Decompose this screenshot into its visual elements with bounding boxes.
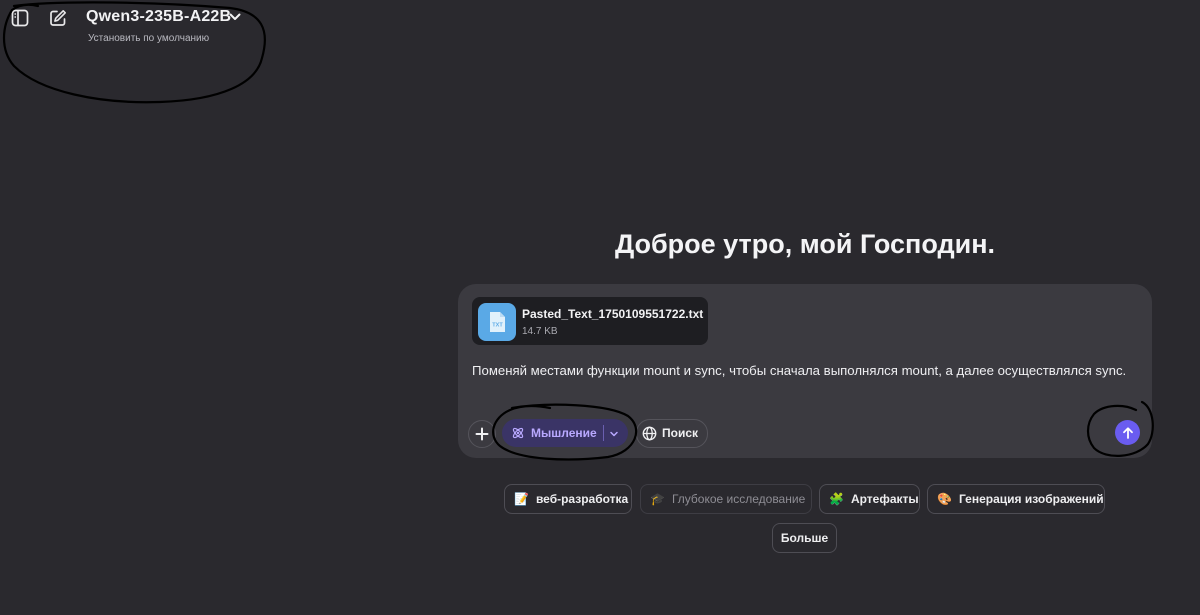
text-file-icon: TXT <box>478 303 516 341</box>
add-attachment-button[interactable] <box>468 420 496 448</box>
suggestion-label: Генерация изображений <box>958 492 1104 506</box>
arrow-up-icon <box>1122 426 1133 439</box>
model-selector-label[interactable]: Qwen3-235B-A22B <box>86 8 231 26</box>
message-input[interactable]: Поменяй местами функции mount и sync, чт… <box>472 361 1138 381</box>
globe-icon <box>642 426 657 441</box>
suggestion-deep-research[interactable]: 🎓 Глубокое исследование <box>640 484 812 514</box>
thinking-toggle-button[interactable]: Мышление <box>502 419 628 447</box>
atom-icon <box>512 427 524 439</box>
svg-text:TXT: TXT <box>492 323 503 329</box>
attachment-filename: Pasted_Text_1750109551722.txt <box>522 307 704 321</box>
divider <box>603 425 604 441</box>
set-default-link[interactable]: Установить по умолчанию <box>88 33 209 44</box>
search-label: Поиск <box>662 426 699 440</box>
chevron-down-icon[interactable] <box>609 429 619 439</box>
more-button[interactable]: Больше <box>772 523 837 553</box>
chevron-down-icon[interactable] <box>228 10 242 24</box>
puzzle-icon: 🧩 <box>829 492 844 506</box>
memo-icon: 📝 <box>514 492 529 506</box>
plus-icon <box>475 427 489 441</box>
graduation-cap-icon: 🎓 <box>650 492 665 506</box>
thinking-label: Мышление <box>531 426 597 440</box>
composer: TXT Pasted_Text_1750109551722.txt 14.7 K… <box>458 284 1152 458</box>
sidebar-toggle-icon[interactable] <box>8 6 32 30</box>
greeting-heading: Доброе утро, мой Господин. <box>614 229 996 259</box>
header: Qwen3-235B-A22B Установить по умолчанию <box>0 0 280 110</box>
attachment-card[interactable]: TXT Pasted_Text_1750109551722.txt 14.7 K… <box>472 297 708 345</box>
suggestion-web-dev[interactable]: 📝 веб-разработка <box>504 484 632 514</box>
more-label: Больше <box>780 531 829 545</box>
suggestion-label: веб-разработка <box>535 492 629 506</box>
suggestion-artifacts[interactable]: 🧩 Артефакты <box>819 484 920 514</box>
search-toggle-button[interactable]: Поиск <box>636 419 708 448</box>
suggestion-label: Артефакты <box>850 492 919 506</box>
suggestion-image-generation[interactable]: 🎨 Генерация изображений <box>927 484 1105 514</box>
send-button[interactable] <box>1115 420 1140 445</box>
suggestion-label: Глубокое исследование <box>671 492 806 506</box>
palette-icon: 🎨 <box>937 492 952 506</box>
attachment-size: 14.7 KB <box>522 326 558 337</box>
new-chat-icon[interactable] <box>46 6 70 30</box>
